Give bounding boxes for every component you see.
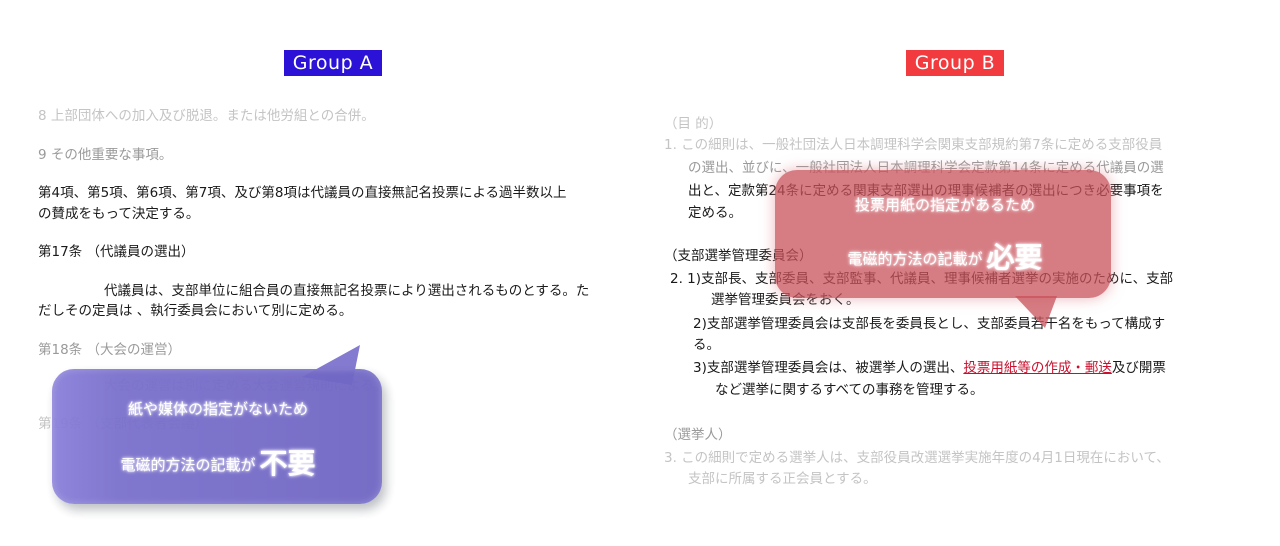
- callout-conclusion: 電磁的方法の記載が 必要: [775, 236, 1115, 276]
- doc-line: 9 その他重要な事項。: [38, 147, 173, 163]
- section-heading: （目 的）: [664, 116, 723, 132]
- callout-reason: 投票用紙の指定があるため: [854, 196, 1035, 214]
- callout-body: [52, 369, 382, 504]
- callout-reason: 紙や媒体の指定がないため: [127, 400, 308, 418]
- doc-text: 及び開票: [1111, 360, 1166, 376]
- callout-emphasis: 不要: [259, 447, 316, 480]
- doc-line: だしその定員は 、執行委員会において別に定める。: [38, 303, 353, 319]
- article-heading: 第17条 （代議員の選出）: [38, 244, 195, 260]
- callout-conclusion-prefix: 電磁的方法の記載が: [120, 456, 256, 474]
- doc-line: 1. この細則は、一般社団法人日本調理科学会関東支部規約第7条に定める支部役員: [664, 137, 1163, 153]
- doc-line: の賛成をもって決定する。: [38, 206, 200, 222]
- callout-emphasis: 必要: [986, 241, 1043, 274]
- section-heading: （選挙人）: [664, 427, 732, 443]
- doc-line: 3. この細則で定める選挙人は、支部役員改選選挙実施年度の4月1日現在において、: [664, 450, 1170, 466]
- callout-required: 投票用紙の指定があるため 電磁的方法の記載が 必要: [775, 170, 1115, 330]
- callout-conclusion-prefix: 電磁的方法の記載が: [847, 250, 983, 268]
- doc-line: 定める。: [688, 205, 742, 221]
- doc-line: 支部に所属する正会員とする。: [688, 471, 877, 487]
- callout-conclusion: 電磁的方法の記載が 不要: [52, 442, 384, 482]
- ballot-creation-link[interactable]: 投票用紙等の作成・郵送: [963, 360, 1112, 376]
- doc-line: 8 上部団体への加入及び脱退。または他労組との合併。: [38, 108, 375, 124]
- doc-line: など選挙に関するすべての事務を管理する。: [715, 382, 984, 398]
- doc-line: 第4項、第5項、第6項、第7項、及び第8項は代議員の直接無記名投票による過半数以…: [38, 185, 567, 201]
- doc-text: 3)支部選挙管理委員会は、被選挙人の選出、: [693, 360, 964, 376]
- doc-line: る。: [693, 337, 720, 353]
- doc-line: 代議員は、支部単位に組合員の直接無記名投票により選出されるものとする。た: [104, 283, 590, 299]
- callout-not-required: 紙や媒体の指定がないため 電磁的方法の記載が 不要: [52, 345, 384, 505]
- doc-line: 3)支部選挙管理委員会は、被選挙人の選出、投票用紙等の作成・郵送及び開票: [693, 358, 1166, 378]
